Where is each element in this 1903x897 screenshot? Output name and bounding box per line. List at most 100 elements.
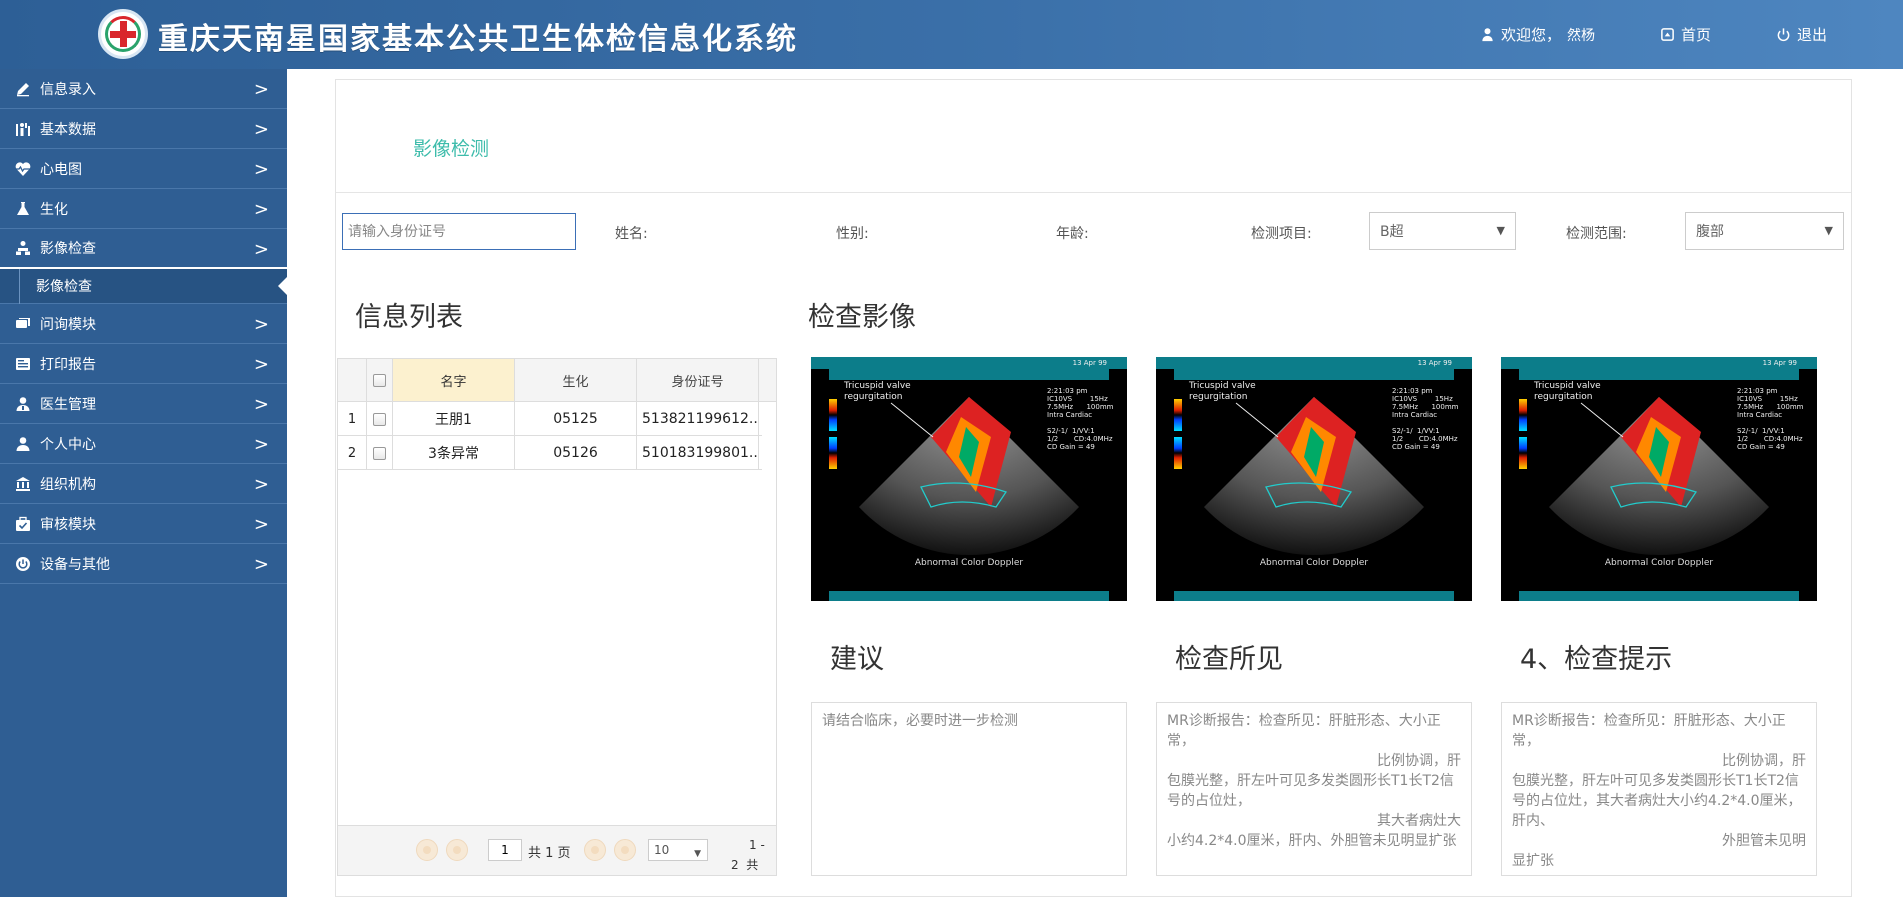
exam-range-select[interactable]: 腹部 ▼: [1685, 212, 1844, 250]
column-header-id[interactable]: 身份证号: [637, 359, 759, 401]
sidebar-subitem-imaging-check[interactable]: 影像检查: [0, 269, 287, 304]
image-params: 2:21:03 pm IC10VS 15Hz 7.5MHz 100mm Intr…: [1737, 387, 1804, 451]
sidebar-subitem-label: 影像检查: [36, 279, 92, 295]
app-title: 重庆天南星国家基本公共卫生体检信息化系统: [158, 22, 798, 57]
page-number-input[interactable]: [488, 839, 522, 861]
sidebar-item-label: 打印报告: [40, 356, 96, 373]
sidebar-item-label: 影像检查: [40, 241, 96, 257]
chevron-right-icon: >: [253, 514, 269, 535]
sidebar-item-organization[interactable]: 组织机构 >: [0, 464, 287, 504]
sidebar-item-biochem[interactable]: 生化 >: [0, 189, 287, 229]
page-size-select[interactable]: 10 ▼: [648, 839, 708, 861]
name-label: 姓名:: [615, 226, 648, 242]
main-panel: 影像检测 姓名: 性别: 年龄: 检测项目: B超 ▼ 检测范围: 腹部 ▼ 信…: [335, 79, 1852, 897]
table-row[interactable]: 2 3条异常 05126 510183199801...: [338, 436, 762, 470]
image-caption: Abnormal Color Doppler: [1604, 558, 1714, 568]
grid-header: 名字 生化 身份证号: [338, 359, 776, 402]
user-icon: [14, 435, 32, 453]
next-page-button[interactable]: [584, 839, 606, 861]
advice-textbox[interactable]: 请结合临床，必要时进一步检测: [811, 702, 1127, 876]
active-indicator: [278, 277, 287, 295]
sidebar-item-label: 基本数据: [40, 121, 96, 138]
sitemap-icon: [14, 239, 32, 257]
ultrasound-image[interactable]: 13 Apr 99 Tricuspid valve regurgitation …: [1501, 357, 1817, 601]
pencil-icon: [14, 80, 32, 98]
findings-line: MR诊断报告：检查所见：肝脏形态、大小正常，: [1167, 713, 1441, 749]
image-label: Tricuspid valve regurgitation: [1189, 381, 1256, 402]
advice-heading: 建议: [830, 644, 884, 675]
findings-textbox[interactable]: MR诊断报告：检查所见：肝脏形态、大小正常， 比例协调，肝 包膜光整，肝左叶可见…: [1156, 702, 1472, 876]
chevron-right-icon: >: [253, 434, 269, 455]
sidebar-item-ecg[interactable]: 心电图 >: [0, 149, 287, 189]
findings-heading: 检查所见: [1175, 644, 1283, 675]
range-text-a: 1 -: [749, 838, 765, 852]
user-icon: [1482, 28, 1493, 42]
column-header-name[interactable]: 名字: [393, 359, 515, 401]
sidebar-item-label: 信息录入: [40, 81, 96, 98]
cell-name: 3条异常: [393, 436, 515, 470]
sidebar-item-label: 审核模块: [40, 516, 96, 533]
ultrasound-image[interactable]: 13 Apr 99 Tricuspid valve regurgitation …: [1156, 357, 1472, 601]
sidebar-item-review[interactable]: 审核模块 >: [0, 504, 287, 544]
sidebar-item-label: 医生管理: [40, 396, 96, 413]
chevron-right-icon: >: [253, 554, 269, 575]
exam-range-label: 检测范围:: [1566, 226, 1627, 242]
divider: [336, 192, 1851, 193]
total-pages-text: 共 1 页: [528, 846, 571, 861]
sidebar-item-doctor-mgmt[interactable]: 医生管理 >: [0, 384, 287, 424]
cell-biochem: 05125: [515, 402, 637, 436]
findings-line: 包膜光整，肝左叶可见多发类圆形长T1长T2信号的占位灶，: [1167, 773, 1454, 809]
sidebar-item-label: 心电图: [40, 161, 82, 178]
image-date: 13 Apr 99: [1762, 359, 1797, 367]
row-number: 1: [338, 402, 367, 436]
chevron-right-icon: >: [253, 314, 269, 335]
exam-images-heading: 检查影像: [808, 302, 916, 333]
select-all-checkbox[interactable]: [373, 373, 386, 387]
last-page-button[interactable]: [614, 839, 636, 861]
first-page-button[interactable]: [416, 839, 438, 861]
ultrasound-image[interactable]: 13 Apr 99 Tricuspid valve regurgitation …: [811, 357, 1127, 601]
sidebar-item-label: 个人中心: [40, 436, 96, 453]
sidebar-item-imaging[interactable]: 影像检查 >: [0, 229, 287, 269]
cell-name: 王朋1: [393, 402, 515, 436]
sidebar-item-label: 组织机构: [40, 476, 96, 493]
info-list-heading: 信息列表: [355, 302, 463, 333]
row-checkbox-cell: [367, 402, 393, 436]
chevron-right-icon: >: [253, 354, 269, 375]
logout-link[interactable]: 退出: [1776, 24, 1827, 45]
row-number: 2: [338, 436, 367, 470]
exam-range-value: 腹部: [1696, 224, 1724, 240]
pager: 共 1 页 10 ▼ 1 - 2 共: [338, 825, 776, 875]
image-label: Tricuspid valve regurgitation: [1534, 381, 1601, 402]
welcome-user[interactable]: 欢迎您， 然杨: [1480, 24, 1595, 45]
hints-line: MR诊断报告：检查所见：肝脏形态、大小正常，: [1512, 713, 1786, 749]
rownum-header: [338, 359, 367, 401]
exam-item-select[interactable]: B超 ▼: [1369, 212, 1516, 250]
hints-textbox[interactable]: MR诊断报告：检查所见：肝脏形态、大小正常， 比例协调，肝 包膜光整，肝左叶可见…: [1501, 702, 1817, 876]
sidebar-item-label: 问询模块: [40, 316, 96, 333]
row-checkbox[interactable]: [373, 446, 386, 460]
power-icon: [1777, 28, 1790, 42]
sidebar-item-personal-center[interactable]: 个人中心 >: [0, 424, 287, 464]
row-checkbox[interactable]: [373, 412, 386, 426]
id-number-input[interactable]: [342, 213, 576, 250]
sidebar-item-basic-data[interactable]: 基本数据 >: [0, 109, 287, 149]
cell-id: 510183199801...: [637, 436, 759, 470]
sidebar-item-inquiry[interactable]: 问询模块 >: [0, 304, 287, 344]
table-row[interactable]: 1 王朋1 05125 513821199612...: [338, 402, 762, 436]
sidebar-item-devices-other[interactable]: 设备与其他 >: [0, 544, 287, 584]
home-link[interactable]: 首页: [1660, 24, 1711, 45]
prev-page-button[interactable]: [446, 839, 468, 861]
column-header-biochem[interactable]: 生化: [515, 359, 637, 401]
chevron-right-icon: >: [253, 159, 269, 180]
info-grid: 名字 生化 身份证号 1 王朋1 05125 513821199612... 2…: [337, 358, 777, 876]
findings-line: 其大者病灶大: [1377, 813, 1461, 829]
briefcase-check-icon: [14, 515, 32, 533]
caret-down-icon: ▼: [694, 849, 701, 859]
image-params: 2:21:03 pm IC10VS 15Hz 7.5MHz 100mm Intr…: [1047, 387, 1114, 451]
institution-icon: [14, 475, 32, 493]
sidebar-item-print-report[interactable]: 打印报告 >: [0, 344, 287, 384]
chevron-right-icon: >: [253, 394, 269, 415]
people-chart-icon: [14, 120, 32, 138]
sidebar-item-info-entry[interactable]: 信息录入 >: [0, 69, 287, 109]
